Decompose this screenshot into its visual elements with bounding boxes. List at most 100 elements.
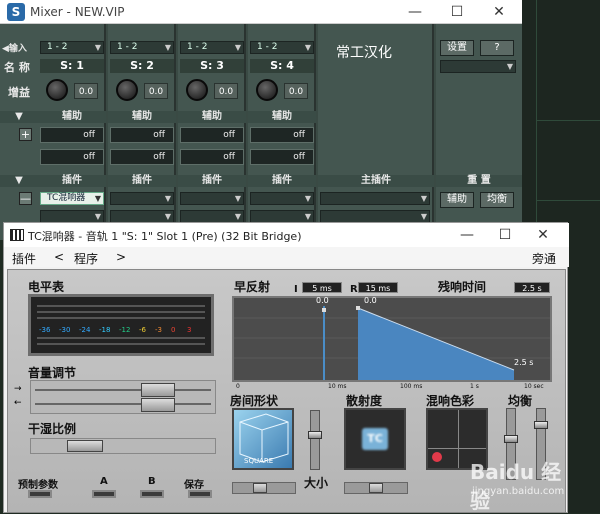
gain-knob[interactable] — [46, 79, 68, 101]
master-insert-header: 主插件 — [318, 175, 434, 187]
aux-send-2[interactable]: off — [110, 149, 174, 165]
aux-send-1[interactable]: off — [250, 127, 314, 143]
insert-header: 插件 — [248, 175, 316, 187]
gain-knob[interactable] — [256, 79, 278, 101]
label-column: ◀输入 名 称 增益 ▼ + ▼ — — [0, 24, 38, 240]
master-insert-slot[interactable]: ▼ — [320, 192, 430, 205]
aux-header: 辅助 — [108, 111, 176, 123]
menu-plugin[interactable]: 插件 — [12, 250, 36, 267]
minimize-button[interactable]: — — [450, 225, 484, 245]
diffusion-slider[interactable] — [344, 482, 408, 494]
axis-100ms: 100 ms — [400, 383, 423, 390]
diffusion-display[interactable]: TC — [344, 408, 406, 470]
tc-menubar: 插件 < 程序 > 旁通 — [4, 247, 569, 267]
gain-knob[interactable] — [186, 79, 208, 101]
tail-level-value: 0.0 — [364, 296, 377, 305]
aux-send-2[interactable]: off — [180, 149, 244, 165]
insert-collapse[interactable]: ▼ — [0, 175, 38, 187]
close-button[interactable]: ✕ — [526, 225, 560, 245]
gain-knob[interactable] — [116, 79, 138, 101]
aux-send-1[interactable]: off — [40, 127, 104, 143]
room-slider[interactable] — [232, 482, 296, 494]
settings-button[interactable]: 设置 — [440, 40, 474, 56]
b-label: B — [148, 476, 156, 487]
size-label: 大小 — [304, 476, 329, 490]
maximize-button[interactable]: ☐ — [440, 2, 474, 22]
b-button[interactable] — [140, 490, 164, 498]
input-select[interactable]: 1 - 2 ▼ — [180, 41, 244, 54]
tc-logo: TC — [362, 428, 388, 450]
reverb-envelope-display[interactable]: 0.0 0.0 2.5 s — [232, 296, 552, 382]
menu-bypass[interactable]: 旁通 — [532, 250, 556, 267]
pan-button[interactable]: 均衡 — [480, 192, 514, 208]
maximize-button[interactable]: ☐ — [488, 225, 522, 245]
room-slider-handle[interactable] — [253, 483, 267, 493]
size-handle[interactable] — [308, 431, 322, 439]
channel-strip-2: 1 - 2 ▼ S: 2 0.0 辅助 off off 插件 ▼ ▼ — [108, 24, 176, 240]
axis-1s: 1 s — [470, 383, 479, 390]
menu-next[interactable]: > — [116, 250, 126, 264]
insert-slot[interactable]: TC混响器 ▼ — [40, 192, 104, 205]
channel-name: S: 3 — [180, 59, 244, 73]
help-button[interactable]: ? — [480, 40, 514, 56]
close-button[interactable]: ✕ — [482, 2, 516, 22]
diffusion-handle[interactable] — [369, 483, 383, 493]
room-shape-label: 房间形状 — [230, 394, 279, 408]
tc-title: TC混响器 - 音轨 1 "S: 1" Slot 1 (Pre) (32 Bit… — [28, 230, 302, 243]
volume-label: 音量调节 — [28, 366, 77, 380]
size-slider[interactable] — [308, 410, 322, 470]
tail-time-value: 2.5 s — [514, 358, 534, 367]
early-r-value[interactable]: 15 ms — [358, 282, 398, 293]
reverb-time-value[interactable]: 2.5 s — [514, 282, 550, 293]
insert-slot[interactable]: ▼ — [250, 192, 314, 205]
color-point[interactable] — [432, 452, 442, 462]
balance-handle-right[interactable] — [534, 421, 548, 429]
volume-fader-out[interactable] — [141, 398, 175, 412]
volume-fader-in[interactable] — [141, 383, 175, 397]
gain-value: 0.0 — [74, 83, 98, 99]
gain-value: 0.0 — [144, 83, 168, 99]
drywet-slider[interactable] — [30, 438, 216, 454]
add-aux-button[interactable]: + — [19, 128, 32, 141]
aux-collapse[interactable]: ▼ — [0, 111, 38, 123]
channel-name: S: 1 — [40, 59, 104, 73]
early-level-value: 0.0 — [316, 296, 329, 305]
aux-send-2[interactable]: off — [40, 149, 104, 165]
aux-button[interactable]: 辅助 — [440, 192, 474, 208]
app-icon: S — [7, 3, 25, 21]
insert-header: 插件 — [178, 175, 246, 187]
a-button[interactable] — [92, 490, 116, 498]
reset-header: 重 置 — [436, 175, 522, 187]
input-label: ◀输入 — [2, 44, 27, 54]
channel-strip-1: 1 - 2 ▼ S: 1 0.0 辅助 off off 插件 TC混响器 ▼ ▼ — [38, 24, 106, 240]
save-label: 保存 — [184, 480, 204, 491]
drywet-handle[interactable] — [67, 440, 103, 452]
aux-send-1[interactable]: off — [110, 127, 174, 143]
insert-header: 插件 — [108, 175, 176, 187]
room-shape-display[interactable]: SQUARE — [232, 408, 294, 470]
aux-send-1[interactable]: off — [180, 127, 244, 143]
insert-slot[interactable]: ▼ — [180, 192, 244, 205]
preset-label: 预制参数 — [18, 480, 58, 491]
watermark: Baidu 经验 jingyan.baidu.com — [460, 440, 580, 513]
input-select[interactable]: 1 - 2 ▼ — [40, 41, 104, 54]
aux-header: 辅助 — [248, 111, 316, 123]
level-meter: -36 -30 -24 -18 -12 -6 -3 0 3 — [28, 294, 214, 356]
preset-select[interactable]: ▼ — [440, 60, 516, 73]
channel-name: S: 4 — [250, 59, 314, 73]
minimize-button[interactable]: — — [398, 2, 432, 22]
aux-send-2[interactable]: off — [250, 149, 314, 165]
remove-insert-button[interactable]: — — [19, 192, 32, 205]
input-select[interactable]: 1 - 2 ▼ — [250, 41, 314, 54]
save-button[interactable] — [188, 490, 212, 498]
preset-button[interactable] — [28, 490, 52, 498]
input-select[interactable]: 1 - 2 ▼ — [110, 41, 174, 54]
mixer-window: S Mixer - NEW.VIP — ☐ ✕ ◀输入 名 称 增益 ▼ + ▼… — [0, 0, 522, 240]
insert-slot[interactable]: ▼ — [110, 192, 174, 205]
early-i-value[interactable]: 5 ms — [302, 282, 342, 293]
gain-label: 增益 — [8, 86, 30, 99]
menu-program[interactable]: 程序 — [74, 250, 98, 267]
level-meter-label: 电平表 — [28, 280, 65, 294]
menu-prev[interactable]: < — [54, 250, 64, 264]
early-r-label: R — [350, 284, 358, 295]
